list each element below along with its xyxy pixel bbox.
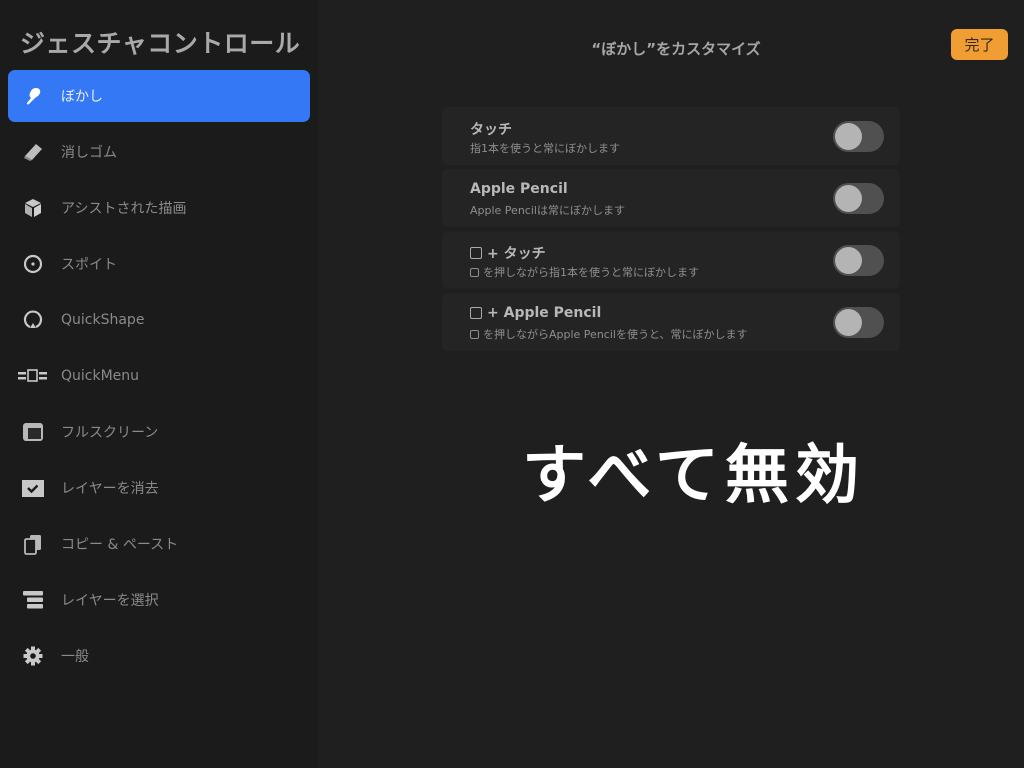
- sidebar-nav: ぼかし 消しゴム アシストされた描画 スポイト QuickShape Quick…: [8, 70, 310, 686]
- sidebar-item-label: QuickMenu: [61, 368, 140, 384]
- option-subtitle: を押しながら指1本を使うと常にぼかします: [470, 264, 699, 280]
- sidebar-item-label: レイヤーを選択: [61, 593, 159, 609]
- sidebar-item-label: QuickShape: [61, 312, 145, 328]
- modifier-square-icon: [470, 307, 482, 319]
- gear-icon: [21, 644, 45, 668]
- option-title-text: Apple Pencil: [470, 181, 568, 197]
- option-title-text: タッチ: [470, 122, 512, 138]
- toggle-switch[interactable]: [833, 183, 884, 214]
- option-title: + タッチ: [470, 243, 546, 263]
- toggle-knob: [835, 247, 862, 274]
- sidebar-item-copy-paste[interactable]: コピー & ペースト: [8, 518, 310, 570]
- option-title-text: + タッチ: [487, 246, 546, 262]
- sidebar-item-smudge[interactable]: ぼかし: [8, 70, 310, 122]
- option-subtitle-text: 指1本を使うと常にぼかします: [470, 142, 620, 155]
- main-panel: “ぼかし”をカスタマイズ 完了 タッチ 指1本を使うと常にぼかします Apple…: [318, 0, 1024, 768]
- sidebar-item-label: ぼかし: [61, 89, 103, 105]
- sidebar-item-clear-layer[interactable]: レイヤーを消去: [8, 462, 310, 514]
- eyedropper-icon: [21, 252, 45, 276]
- option-apple-pencil: Apple Pencil Apple Pencilは常にぼかします: [442, 169, 900, 227]
- option-modifier-apple-pencil: + Apple Pencil を押しながらApple Pencilを使うと、常に…: [442, 293, 900, 351]
- sidebar-item-select-layer[interactable]: レイヤーを選択: [8, 574, 310, 626]
- fullscreen-icon: [21, 420, 45, 444]
- cube-icon: [21, 196, 45, 220]
- sidebar-item-fullscreen[interactable]: フルスクリーン: [8, 406, 310, 458]
- handwritten-annotation: すべて無効: [522, 439, 865, 513]
- option-title-text: + Apple Pencil: [487, 305, 602, 321]
- toggle-switch[interactable]: [833, 121, 884, 152]
- option-modifier-touch: + タッチ を押しながら指1本を使うと常にぼかします: [442, 231, 900, 289]
- option-touch: タッチ 指1本を使うと常にぼかします: [442, 107, 900, 165]
- toggle-knob: [835, 185, 862, 212]
- smudge-icon: [21, 84, 45, 108]
- quickshape-icon: [21, 308, 45, 332]
- sidebar-item-label: 消しゴム: [61, 145, 117, 161]
- sidebar-title: ジェスチャコントロール: [20, 29, 301, 58]
- quickmenu-icon: [18, 364, 48, 388]
- select-layer-icon: [21, 588, 45, 612]
- sidebar-item-label: スポイト: [61, 257, 117, 273]
- option-title: + Apple Pencil: [470, 305, 601, 321]
- page-title: “ぼかし”をカスタマイズ: [591, 40, 761, 58]
- sidebar-item-label: レイヤーを消去: [61, 481, 159, 497]
- sidebar-item-label: フルスクリーン: [61, 425, 159, 441]
- copy-paste-icon: [21, 532, 45, 556]
- eraser-icon: [21, 140, 45, 164]
- sidebar: ジェスチャコントロール ぼかし 消しゴム アシストされた描画 スポイト Quic…: [0, 0, 318, 768]
- sidebar-item-label: コピー & ペースト: [61, 537, 179, 553]
- sidebar-item-quickshape[interactable]: QuickShape: [8, 294, 310, 346]
- sidebar-item-assisted-drawing[interactable]: アシストされた描画: [8, 182, 310, 234]
- done-button[interactable]: 完了: [951, 29, 1008, 60]
- sidebar-item-eyedropper[interactable]: スポイト: [8, 238, 310, 290]
- option-subtitle: 指1本を使うと常にぼかします: [470, 140, 620, 156]
- option-title: Apple Pencil: [470, 181, 568, 197]
- option-subtitle: を押しながらApple Pencilを使うと、常にぼかします: [470, 326, 748, 342]
- sidebar-item-label: アシストされた描画: [61, 201, 187, 217]
- modifier-square-icon: [470, 329, 479, 339]
- sidebar-item-label: 一般: [61, 649, 89, 665]
- option-subtitle: Apple Pencilは常にぼかします: [470, 202, 625, 218]
- toggle-switch[interactable]: [833, 245, 884, 276]
- sidebar-item-quickmenu[interactable]: QuickMenu: [8, 350, 310, 402]
- modifier-square-icon: [470, 267, 479, 277]
- options-list: タッチ 指1本を使うと常にぼかします Apple Pencil Apple Pe…: [442, 107, 900, 355]
- option-subtitle-text: を押しながら指1本を使うと常にぼかします: [483, 266, 699, 279]
- option-subtitle-text: Apple Pencilは常にぼかします: [470, 204, 625, 217]
- sidebar-item-general[interactable]: 一般: [8, 630, 310, 682]
- clear-layer-icon: [21, 476, 45, 500]
- option-title: タッチ: [470, 119, 512, 139]
- toggle-knob: [835, 309, 862, 336]
- toggle-knob: [835, 123, 862, 150]
- toggle-switch[interactable]: [833, 307, 884, 338]
- sidebar-item-eraser[interactable]: 消しゴム: [8, 126, 310, 178]
- option-subtitle-text: を押しながらApple Pencilを使うと、常にぼかします: [483, 328, 748, 341]
- modifier-square-icon: [470, 247, 482, 259]
